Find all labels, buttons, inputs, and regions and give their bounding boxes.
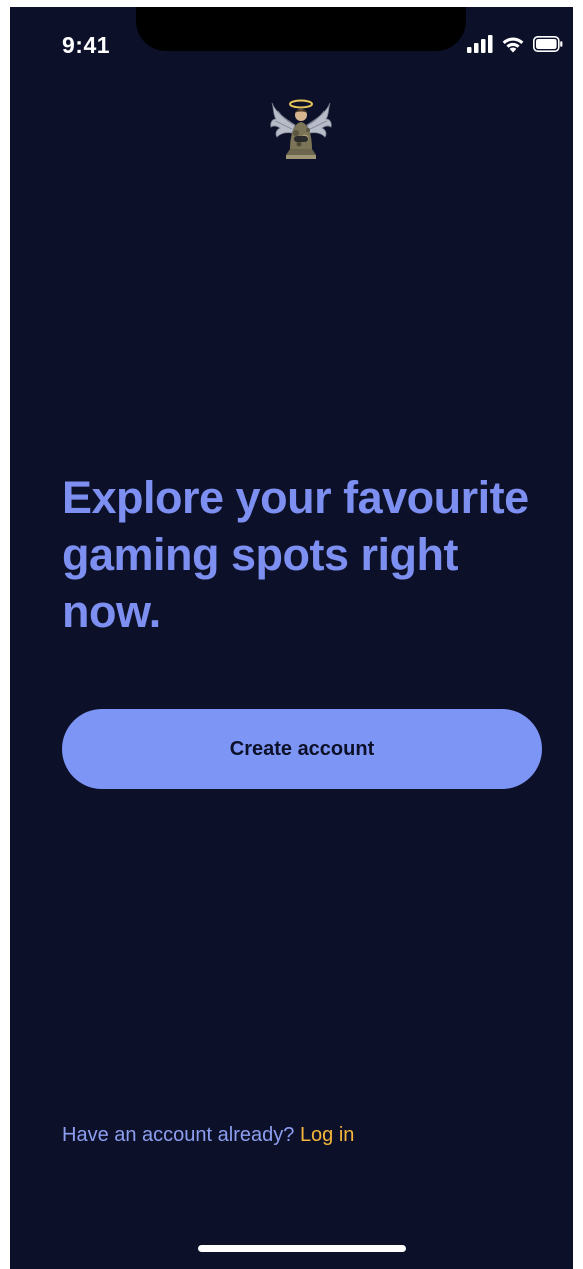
login-link[interactable]: Log in bbox=[300, 1124, 355, 1146]
battery-icon bbox=[533, 36, 563, 52]
wifi-icon bbox=[501, 35, 525, 53]
status-time: 9:41 bbox=[62, 32, 111, 58]
cellular-signal-icon bbox=[467, 35, 493, 53]
create-account-button[interactable]: Create account bbox=[62, 709, 542, 789]
home-indicator[interactable] bbox=[198, 1245, 406, 1252]
login-prompt-text: Have an account already? bbox=[62, 1124, 300, 1146]
app-screen: 9:41 Explore your favourite gaming spots… bbox=[10, 7, 573, 1269]
hero-headline: Explore your favourite gaming spots righ… bbox=[62, 472, 529, 637]
status-bar: 9:41 bbox=[10, 7, 573, 77]
winged-gamer-angel-logo-icon bbox=[268, 95, 334, 161]
login-prompt: Have an account already? Log in bbox=[62, 1124, 354, 1147]
device-notch bbox=[136, 7, 466, 51]
status-icons bbox=[467, 35, 563, 53]
